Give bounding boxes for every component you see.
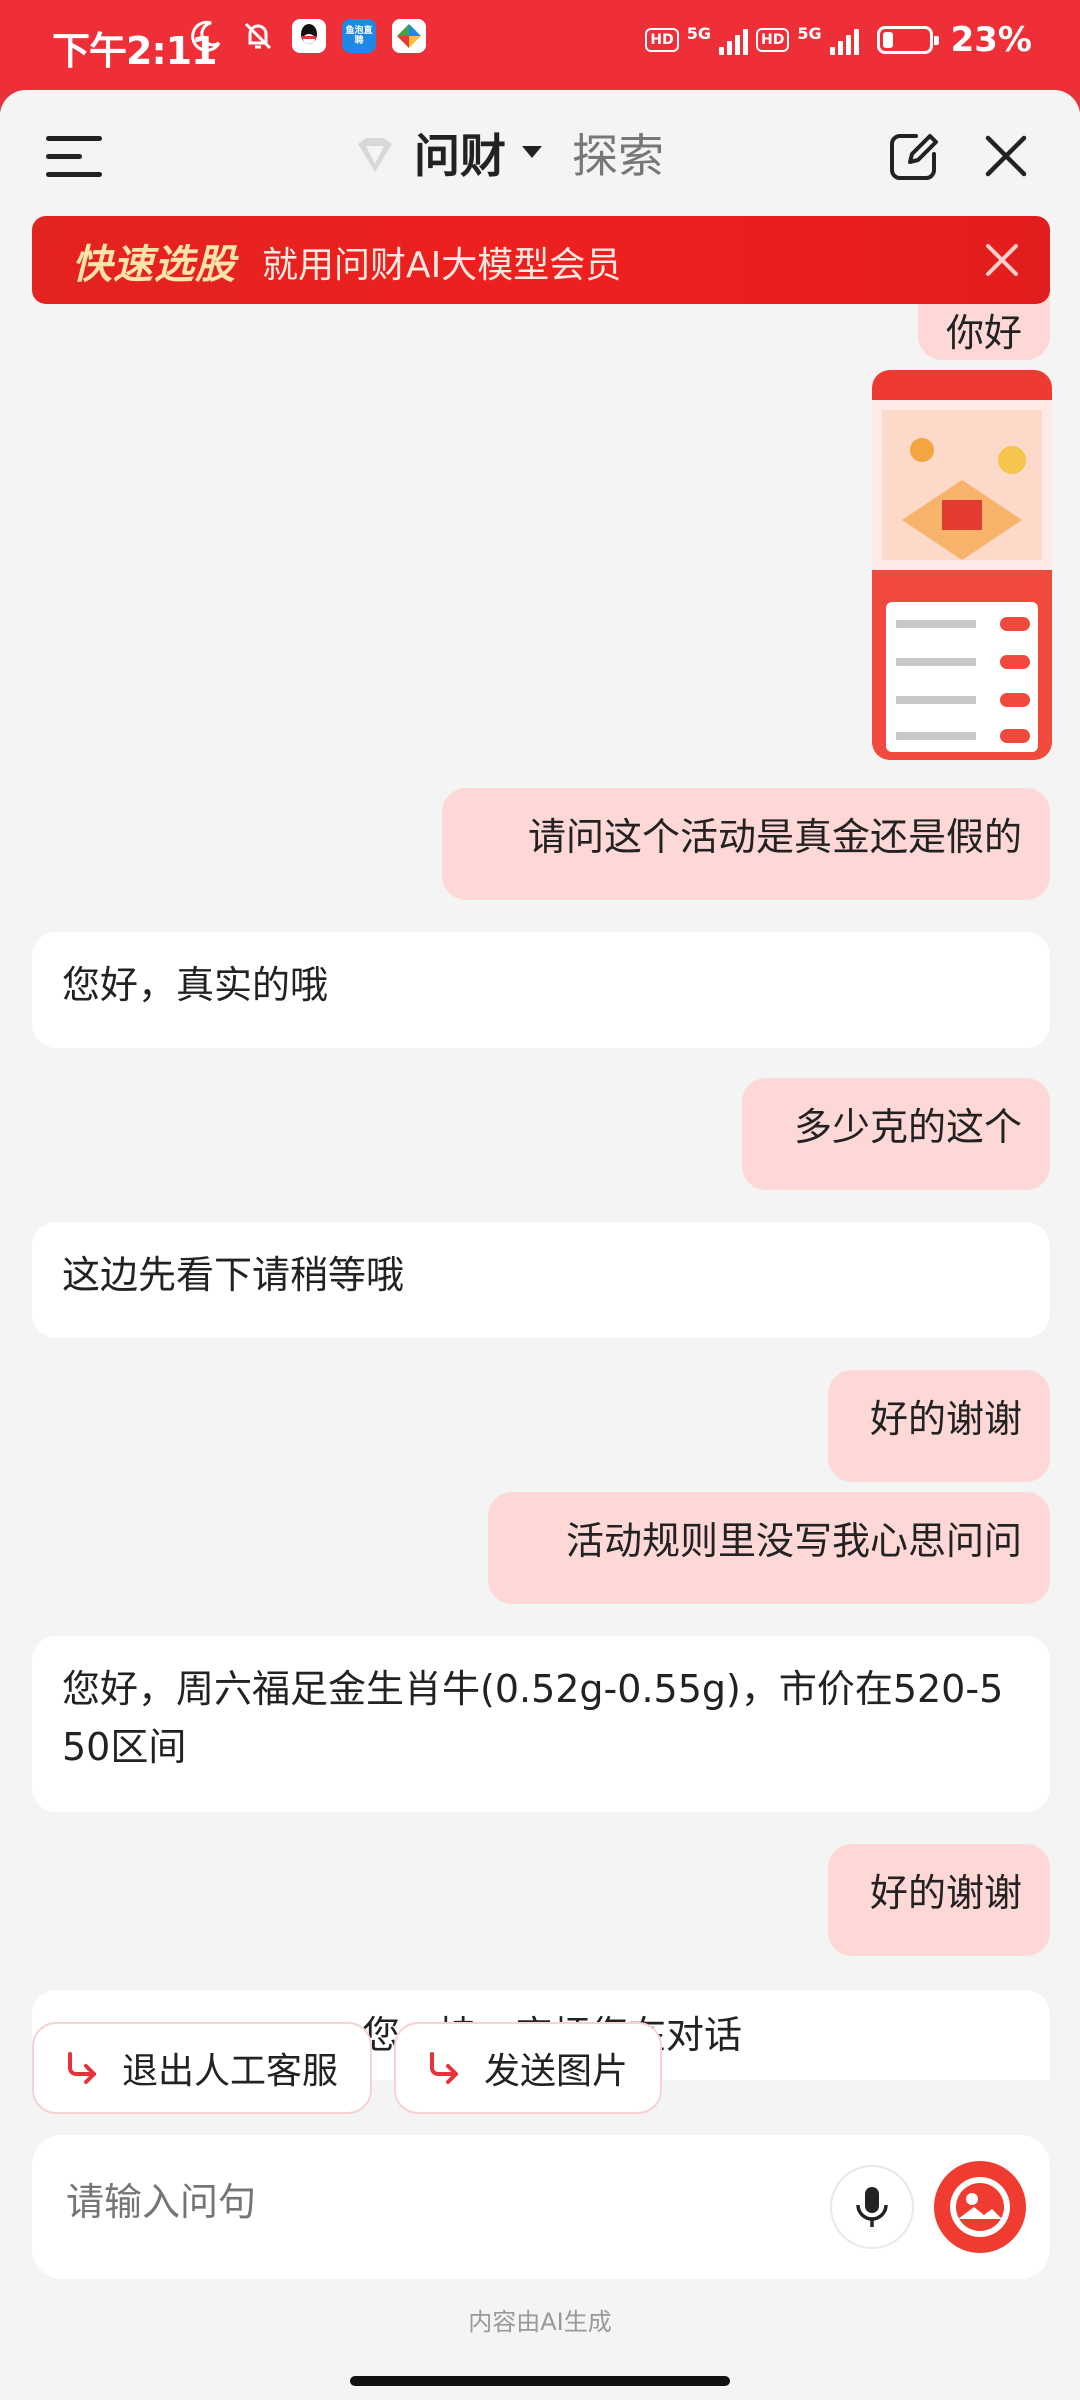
- qq-icon: [292, 19, 326, 53]
- ai-generated-note: 内容由AI生成: [468, 2308, 612, 2336]
- battery-icon: [876, 26, 939, 54]
- moon-icon: [188, 18, 224, 54]
- promo-banner[interactable]: 快速选股 就用问财AI大模型会员: [32, 216, 1050, 304]
- send-image-label: 发送图片: [484, 2051, 629, 2092]
- banner-close-icon[interactable]: [982, 240, 1022, 280]
- chat-message-agent: 您好，周六福足金生肖牛(0.52g-0.55g)，市价在520-550区间: [32, 1636, 1050, 1812]
- chat-message-user: 好的谢谢: [828, 1370, 1050, 1482]
- exit-human-service-label: 退出人工客服: [122, 2051, 339, 2092]
- app-sheet: 你好 请问这个活动是真金还是假的 您好，真实的哦 多少克的这个 这边先看下请稍等…: [0, 90, 1080, 2360]
- menu-icon[interactable]: [46, 136, 102, 177]
- chat-message-user: 活动规则里没写我心思问问: [488, 1492, 1050, 1604]
- banner-title: 快速选股: [72, 242, 236, 288]
- send-image-button[interactable]: 发送图片: [394, 2022, 662, 2114]
- chat-message-user: 好的谢谢: [828, 1844, 1050, 1956]
- signal-icon: [829, 25, 859, 55]
- status-bar: 下午2:11 鱼泡直聘 HD 5G HD 5G 23%: [0, 0, 1080, 90]
- microphone-icon: [856, 2187, 888, 2227]
- chat-thread[interactable]: 你好 请问这个活动是真金还是假的 您好，真实的哦 多少克的这个 这边先看下请稍等…: [0, 90, 1080, 2090]
- banner-subtitle: 就用问财AI大模型会员: [262, 245, 622, 286]
- top-bar: 问财 探索: [0, 90, 1080, 220]
- multicolor-app-icon: [392, 19, 426, 53]
- close-icon[interactable]: [980, 130, 1032, 182]
- image-upload-button[interactable]: [934, 2161, 1026, 2253]
- arrow-turn-icon: [430, 2052, 458, 2084]
- hd-badge: HD: [645, 28, 679, 52]
- screenshot-thumbnail: [872, 370, 1052, 760]
- chat-message-agent: 这边先看下请稍等哦: [32, 1222, 1050, 1338]
- home-indicator[interactable]: [350, 2376, 730, 2386]
- yupao-icon: 鱼泡直聘: [342, 19, 376, 53]
- chat-image-message[interactable]: [872, 370, 1052, 760]
- tab-wencai[interactable]: 问财: [414, 120, 506, 186]
- battery-percent: 23%: [950, 20, 1032, 60]
- chevron-down-icon[interactable]: [522, 146, 542, 158]
- wencai-logo-icon: [354, 136, 396, 174]
- network-type: 5G: [686, 23, 711, 43]
- input-bar: [32, 2135, 1050, 2279]
- tab-explore[interactable]: 探索: [572, 120, 664, 186]
- edit-icon[interactable]: [886, 128, 942, 184]
- chat-message-user: 多少克的这个: [742, 1078, 1050, 1190]
- hd-badge: HD: [756, 28, 790, 52]
- image-icon: [950, 2177, 1010, 2237]
- arrow-turn-icon: [68, 2052, 96, 2084]
- microphone-button[interactable]: [830, 2165, 914, 2249]
- question-input[interactable]: [64, 2179, 768, 2225]
- chat-message-user: 请问这个活动是真金还是假的: [442, 788, 1050, 900]
- signal-icon: [719, 25, 748, 55]
- exit-human-service-button[interactable]: 退出人工客服: [32, 2022, 372, 2114]
- bell-off-icon: [240, 18, 276, 54]
- chat-message-agent: 您好，真实的哦: [32, 932, 1050, 1048]
- network-type: 5G: [797, 23, 822, 43]
